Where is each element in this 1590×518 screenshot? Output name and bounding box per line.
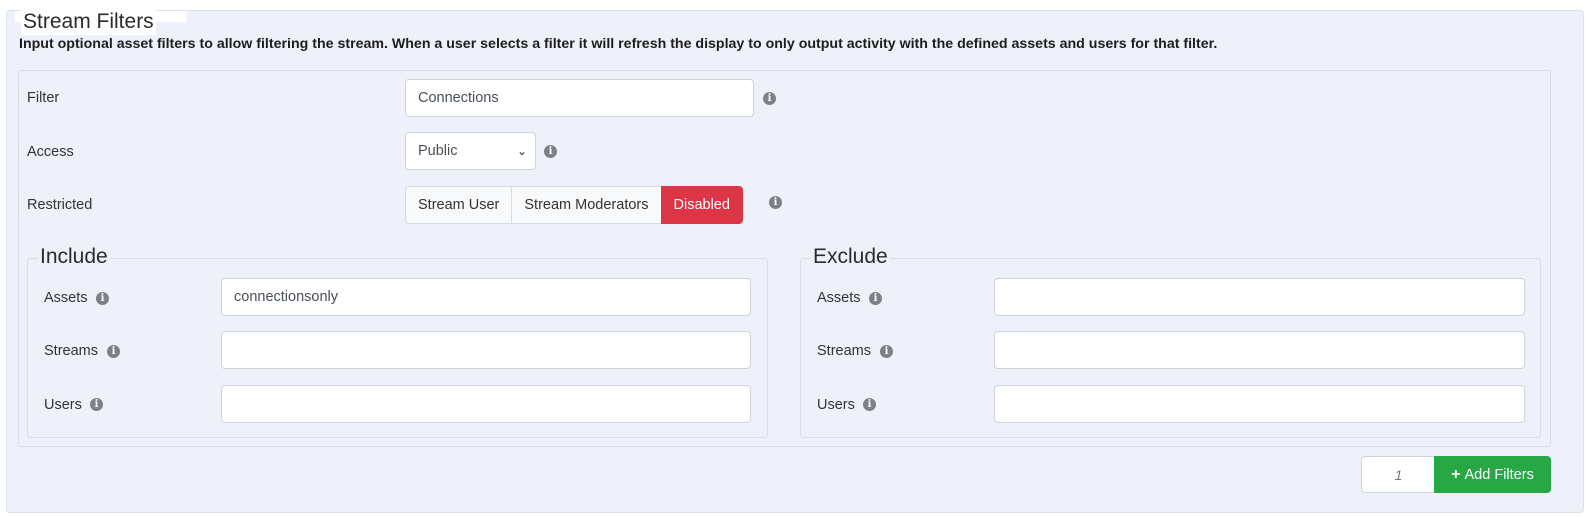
plus-icon: + — [1451, 466, 1461, 483]
info-icon[interactable]: i — [769, 196, 782, 209]
info-icon[interactable]: i — [863, 398, 876, 411]
include-users-label: Users — [44, 397, 82, 413]
restricted-label: Restricted — [27, 197, 93, 213]
access-label: Access — [27, 144, 74, 160]
chevron-down-icon: ⌄ — [516, 144, 527, 158]
filter-label: Filter — [27, 90, 60, 106]
exclude-assets-input[interactable] — [994, 278, 1525, 316]
access-select[interactable]: Public ⌄ — [405, 132, 536, 170]
add-filters-label: Add Filters — [1464, 467, 1534, 483]
include-title: Include — [38, 245, 110, 269]
section-title: Stream Filters — [21, 9, 156, 35]
info-icon[interactable]: i — [544, 145, 557, 158]
info-icon[interactable]: i — [107, 345, 120, 358]
info-icon[interactable]: i — [869, 292, 882, 305]
filter-name-input[interactable] — [405, 79, 754, 117]
restricted-button-group: Stream User Stream Moderators Disabled — [405, 186, 743, 224]
include-users-input[interactable] — [221, 385, 751, 423]
info-icon[interactable]: i — [90, 398, 103, 411]
include-streams-input[interactable] — [221, 331, 751, 369]
restricted-stream-moderators-button[interactable]: Stream Moderators — [511, 186, 662, 224]
exclude-users-input[interactable] — [994, 385, 1525, 423]
filter-count-input[interactable] — [1361, 456, 1435, 493]
restricted-stream-user-button[interactable]: Stream User — [405, 186, 513, 224]
info-icon[interactable]: i — [763, 92, 776, 105]
access-select-value: Public — [418, 143, 458, 159]
include-streams-label: Streams — [44, 343, 98, 359]
include-assets-label: Assets — [44, 290, 88, 306]
exclude-streams-input[interactable] — [994, 331, 1525, 369]
include-assets-input[interactable] — [221, 278, 751, 316]
info-icon[interactable]: i — [96, 292, 109, 305]
restricted-disabled-button[interactable]: Disabled — [660, 186, 743, 224]
info-icon[interactable]: i — [880, 345, 893, 358]
exclude-title: Exclude — [811, 245, 890, 269]
exclude-streams-label: Streams — [817, 343, 871, 359]
add-filters-button[interactable]: + Add Filters — [1434, 456, 1551, 493]
exclude-users-label: Users — [817, 397, 855, 413]
exclude-assets-label: Assets — [817, 290, 861, 306]
section-intro: Input optional asset filters to allow fi… — [19, 36, 1218, 52]
